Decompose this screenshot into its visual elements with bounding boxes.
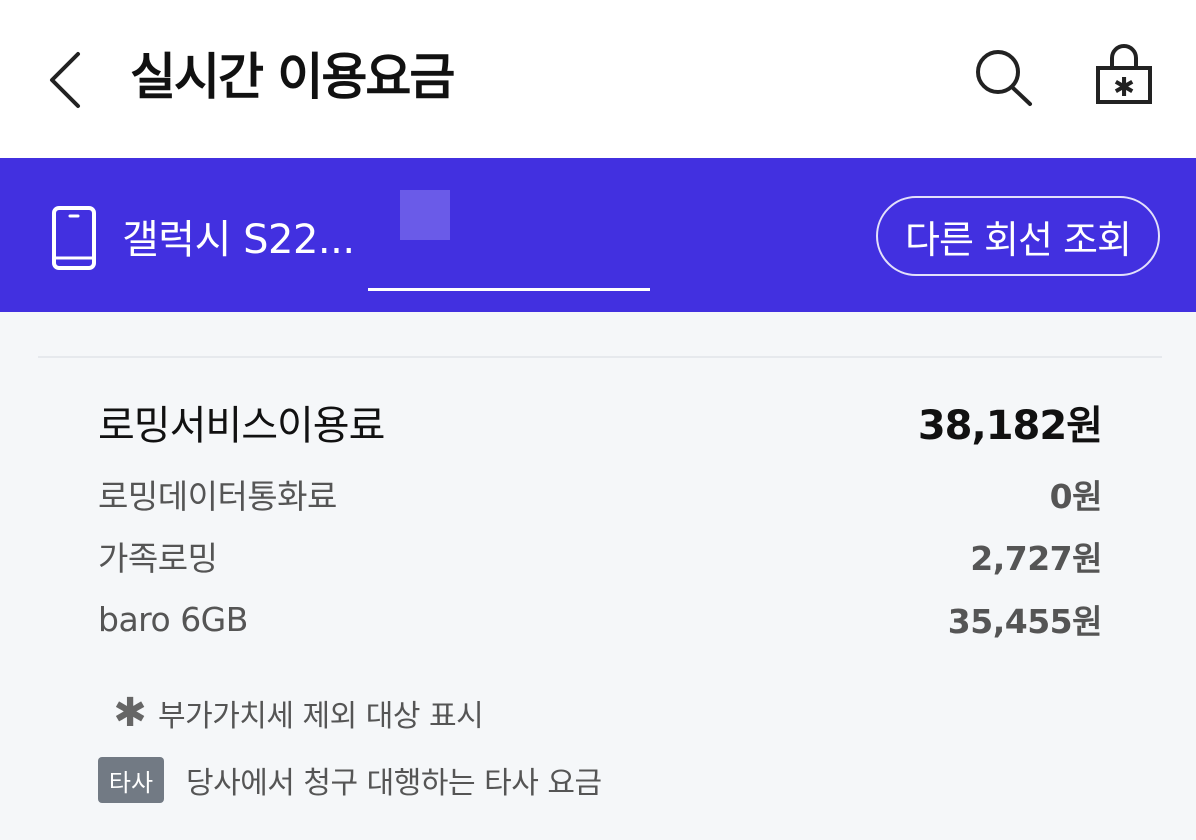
- fee-amount: 0원: [1049, 477, 1103, 516]
- back-button[interactable]: [40, 46, 94, 110]
- line-selector-bar: 갤럭시 S22... 다른 회선 조회: [0, 158, 1196, 312]
- page-title: 실시간 이용요금: [130, 48, 455, 106]
- other-line-button[interactable]: 다른 회선 조회: [876, 196, 1160, 276]
- legend-vat-exempt: ✱ 부가가치세 제외 대상 표시: [112, 690, 483, 736]
- fee-row: baro 6GB 35,455원: [98, 595, 1103, 643]
- search-button[interactable]: [970, 44, 1036, 110]
- legend-other-text: 당사에서 청구 대행하는 타사 요금: [186, 766, 602, 801]
- svg-text:✱: ✱: [1113, 73, 1135, 103]
- lock-icon: ✱: [1096, 44, 1152, 104]
- device-name: 갤럭시 S22...: [122, 217, 355, 263]
- fee-label: 로밍서비스이용료: [98, 403, 385, 449]
- fee-amount: 38,182원: [917, 403, 1103, 449]
- chevron-left-icon: [50, 52, 80, 108]
- fee-row: 로밍데이터통화료 0원: [98, 470, 1103, 518]
- search-icon: [976, 50, 1032, 106]
- fee-amount: 2,727원: [970, 539, 1102, 578]
- fee-amount: 35,455원: [947, 602, 1103, 641]
- other-carrier-badge: 타사: [98, 757, 164, 803]
- masked-phone-number: [400, 190, 450, 240]
- legend-vat-text: 부가가치세 제외 대상 표시: [158, 699, 484, 734]
- selector-underline: [368, 288, 650, 291]
- legend-other-carrier: 타사 당사에서 청구 대행하는 타사 요금: [98, 756, 602, 804]
- fee-label: baro 6GB: [98, 599, 248, 639]
- smartphone-icon: [52, 206, 96, 270]
- divider: [38, 356, 1162, 358]
- fee-label: 가족로밍: [98, 539, 218, 578]
- fee-row-main: 로밍서비스이용료 38,182원: [98, 392, 1103, 452]
- lock-button[interactable]: ✱: [1092, 40, 1156, 108]
- fee-row: 가족로밍 2,727원: [98, 532, 1102, 580]
- app-header: 실시간 이용요금 ✱: [0, 0, 1196, 158]
- asterisk-icon: ✱: [113, 690, 147, 736]
- fee-label: 로밍데이터통화료: [98, 477, 337, 516]
- line-number-selector[interactable]: [368, 188, 650, 292]
